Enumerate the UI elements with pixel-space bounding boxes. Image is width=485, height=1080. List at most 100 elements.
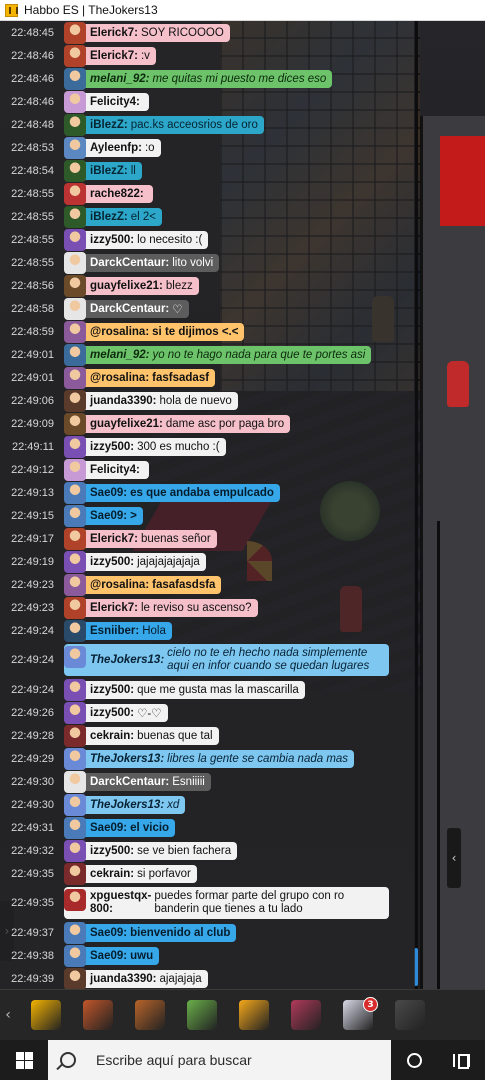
- user-avatar-icon[interactable]: [64, 573, 86, 596]
- chat-bubble[interactable]: izzy500: 300 es mucho :(: [64, 435, 226, 458]
- chat-bubble[interactable]: Felicity4:: [64, 458, 149, 481]
- user-avatar-icon[interactable]: [64, 504, 86, 527]
- user-avatar-icon[interactable]: [64, 412, 86, 435]
- chat-username[interactable]: DarckCentaur:: [90, 303, 169, 315]
- inventory-icon[interactable]: [286, 995, 326, 1035]
- chat-bubble[interactable]: Sae09: uwu: [64, 944, 160, 967]
- chat-bubble[interactable]: DarckCentaur: ♡: [64, 297, 189, 320]
- start-button[interactable]: [0, 1040, 48, 1080]
- chat-username[interactable]: DarckCentaur:: [90, 776, 169, 788]
- chat-username[interactable]: guayfelixe21:: [90, 280, 163, 292]
- user-avatar-icon[interactable]: [64, 678, 86, 701]
- chat-username[interactable]: Sae09:: [90, 822, 127, 834]
- user-avatar-icon[interactable]: [64, 182, 86, 205]
- chat-username[interactable]: izzy500:: [90, 556, 134, 568]
- chat-bubble[interactable]: iBlezZ: el 2<: [64, 205, 162, 228]
- chat-bubble[interactable]: Elerick7: SOY RICOOOO: [64, 21, 230, 44]
- user-avatar-icon[interactable]: [64, 481, 86, 504]
- room-avatar-2[interactable]: [447, 361, 469, 407]
- chat-bubble[interactable]: @rosalina: si te dijimos <.<: [64, 320, 245, 343]
- chat-bubble[interactable]: Elerick7: le reviso su ascenso?: [64, 596, 258, 619]
- chat-bubble[interactable]: Sae09: >: [64, 504, 143, 527]
- chat-bubble[interactable]: Sae09: bienvenido al club: [64, 921, 237, 944]
- user-avatar-icon[interactable]: [64, 839, 86, 862]
- user-avatar-icon[interactable]: [64, 747, 86, 770]
- user-avatar-icon[interactable]: [64, 159, 86, 182]
- user-avatar-icon[interactable]: [64, 343, 86, 366]
- user-avatar-icon[interactable]: [64, 251, 86, 274]
- user-avatar-icon[interactable]: [64, 205, 86, 228]
- user-avatar-icon[interactable]: [64, 944, 86, 967]
- chat-bubble[interactable]: Sae09: el vicio: [64, 816, 176, 839]
- chat-username[interactable]: juanda3390:: [90, 973, 156, 985]
- user-avatar-icon[interactable]: [64, 389, 86, 412]
- user-avatar-icon[interactable]: [64, 44, 86, 67]
- chat-username[interactable]: @rosalina:: [90, 372, 149, 384]
- user-avatar-icon[interactable]: [64, 701, 86, 724]
- chat-username[interactable]: iBlezZ:: [90, 211, 128, 223]
- chat-username[interactable]: rache822:: [90, 188, 144, 200]
- chat-username[interactable]: cekrain:: [90, 730, 134, 742]
- user-avatar-icon[interactable]: [64, 619, 86, 642]
- chat-username[interactable]: Elerick7:: [90, 27, 138, 39]
- chat-username[interactable]: @rosalina:: [90, 326, 149, 338]
- chat-username[interactable]: iBlezZ:: [90, 119, 128, 131]
- chat-username[interactable]: melani_92:: [90, 349, 149, 361]
- chat-bubble[interactable]: izzy500: jajajajajajaja: [64, 550, 206, 573]
- chat-username[interactable]: @rosalina:: [90, 579, 149, 591]
- user-avatar-icon[interactable]: [64, 770, 86, 793]
- user-avatar-icon[interactable]: [64, 596, 86, 619]
- chat-bubble[interactable]: izzy500: lo necesito :(: [64, 228, 209, 251]
- user-avatar-icon[interactable]: [64, 921, 86, 944]
- chat-username[interactable]: Sae09:: [90, 927, 127, 939]
- user-avatar-icon[interactable]: [64, 21, 86, 44]
- user-avatar-icon[interactable]: [64, 527, 86, 550]
- chat-username[interactable]: Ayleenfp:: [90, 142, 142, 154]
- chat-bubble[interactable]: Felicity4:: [64, 90, 149, 113]
- room-panel-arrow[interactable]: ‹: [447, 828, 461, 888]
- chat-bubble[interactable]: cekrain: si porfavor: [64, 862, 197, 885]
- chat-username[interactable]: iBlezZ:: [90, 165, 128, 177]
- chat-username[interactable]: xpguestqx-800:: [90, 890, 151, 916]
- chat-username[interactable]: guayfelixe21:: [90, 418, 163, 430]
- chat-bubble[interactable]: guayfelixe21: dame asc por paga bro: [64, 412, 291, 435]
- chat-bubble[interactable]: xpguestqx-800: puedes formar parte del gr…: [64, 887, 389, 919]
- chat-username[interactable]: cekrain:: [90, 868, 134, 880]
- chat-bubble[interactable]: iBlezZ: pac.ks acceosrios de oro: [64, 113, 264, 136]
- chat-username[interactable]: Sae09:: [90, 950, 127, 962]
- chat-username[interactable]: Elerick7:: [90, 50, 138, 62]
- toolbar-collapse-button[interactable]: ‹: [0, 990, 16, 1041]
- user-avatar-icon[interactable]: [64, 297, 86, 320]
- chat-bubble[interactable]: TheJokers13: libres la gente se cambia na…: [64, 747, 355, 770]
- user-avatar-icon[interactable]: [64, 228, 86, 251]
- chat-bubble[interactable]: Elerick7: buenas señor: [64, 527, 217, 550]
- chat-username[interactable]: TheJokers13:: [90, 753, 164, 765]
- chat-bubble[interactable]: melani_92: yo no te hago nada para que te…: [64, 343, 372, 366]
- chat-bubble[interactable]: melani_92: me quitas mi puesto me dices e…: [64, 67, 333, 90]
- chat-bubble[interactable]: juanda3390: hola de nuevo: [64, 389, 238, 412]
- user-avatar-icon[interactable]: [64, 724, 86, 747]
- chat-username[interactable]: Sae09:: [90, 510, 127, 522]
- chat-bubble[interactable]: @rosalina: fasafasdsfa: [64, 573, 222, 596]
- chat-bubble[interactable]: rache822:: [64, 182, 153, 205]
- chat-bubble[interactable]: iBlezZ: ll: [64, 159, 142, 182]
- user-avatar-icon[interactable]: [64, 889, 86, 911]
- chat-username[interactable]: izzy500:: [90, 707, 134, 719]
- chat-username[interactable]: TheJokers13:: [90, 654, 164, 667]
- chat-bubble[interactable]: Esniiber: Hola: [64, 619, 172, 642]
- user-avatar-icon[interactable]: [64, 113, 86, 136]
- chat-bubble[interactable]: TheJokers13: cielo no te eh hecho nada si…: [64, 644, 389, 676]
- rooms-icon[interactable]: [78, 995, 118, 1035]
- chat-username[interactable]: juanda3390:: [90, 395, 156, 407]
- user-avatar-icon[interactable]: [64, 67, 86, 90]
- shop-cart-icon[interactable]: [182, 995, 222, 1035]
- user-avatar-icon[interactable]: [64, 320, 86, 343]
- chat-bubble[interactable]: Elerick7::v: [64, 44, 156, 67]
- messenger-icon[interactable]: 3: [338, 995, 378, 1035]
- user-avatar-icon[interactable]: [64, 90, 86, 113]
- chat-username[interactable]: Felicity4:: [90, 464, 140, 476]
- chat-bubble[interactable]: Sae09: es que andaba empulcado: [64, 481, 280, 504]
- chat-bubble[interactable]: DarckCentaur: lito volvi: [64, 251, 220, 274]
- user-avatar-icon[interactable]: [64, 458, 86, 481]
- chat-bubble[interactable]: @rosalina: fasfsadasf: [64, 366, 216, 389]
